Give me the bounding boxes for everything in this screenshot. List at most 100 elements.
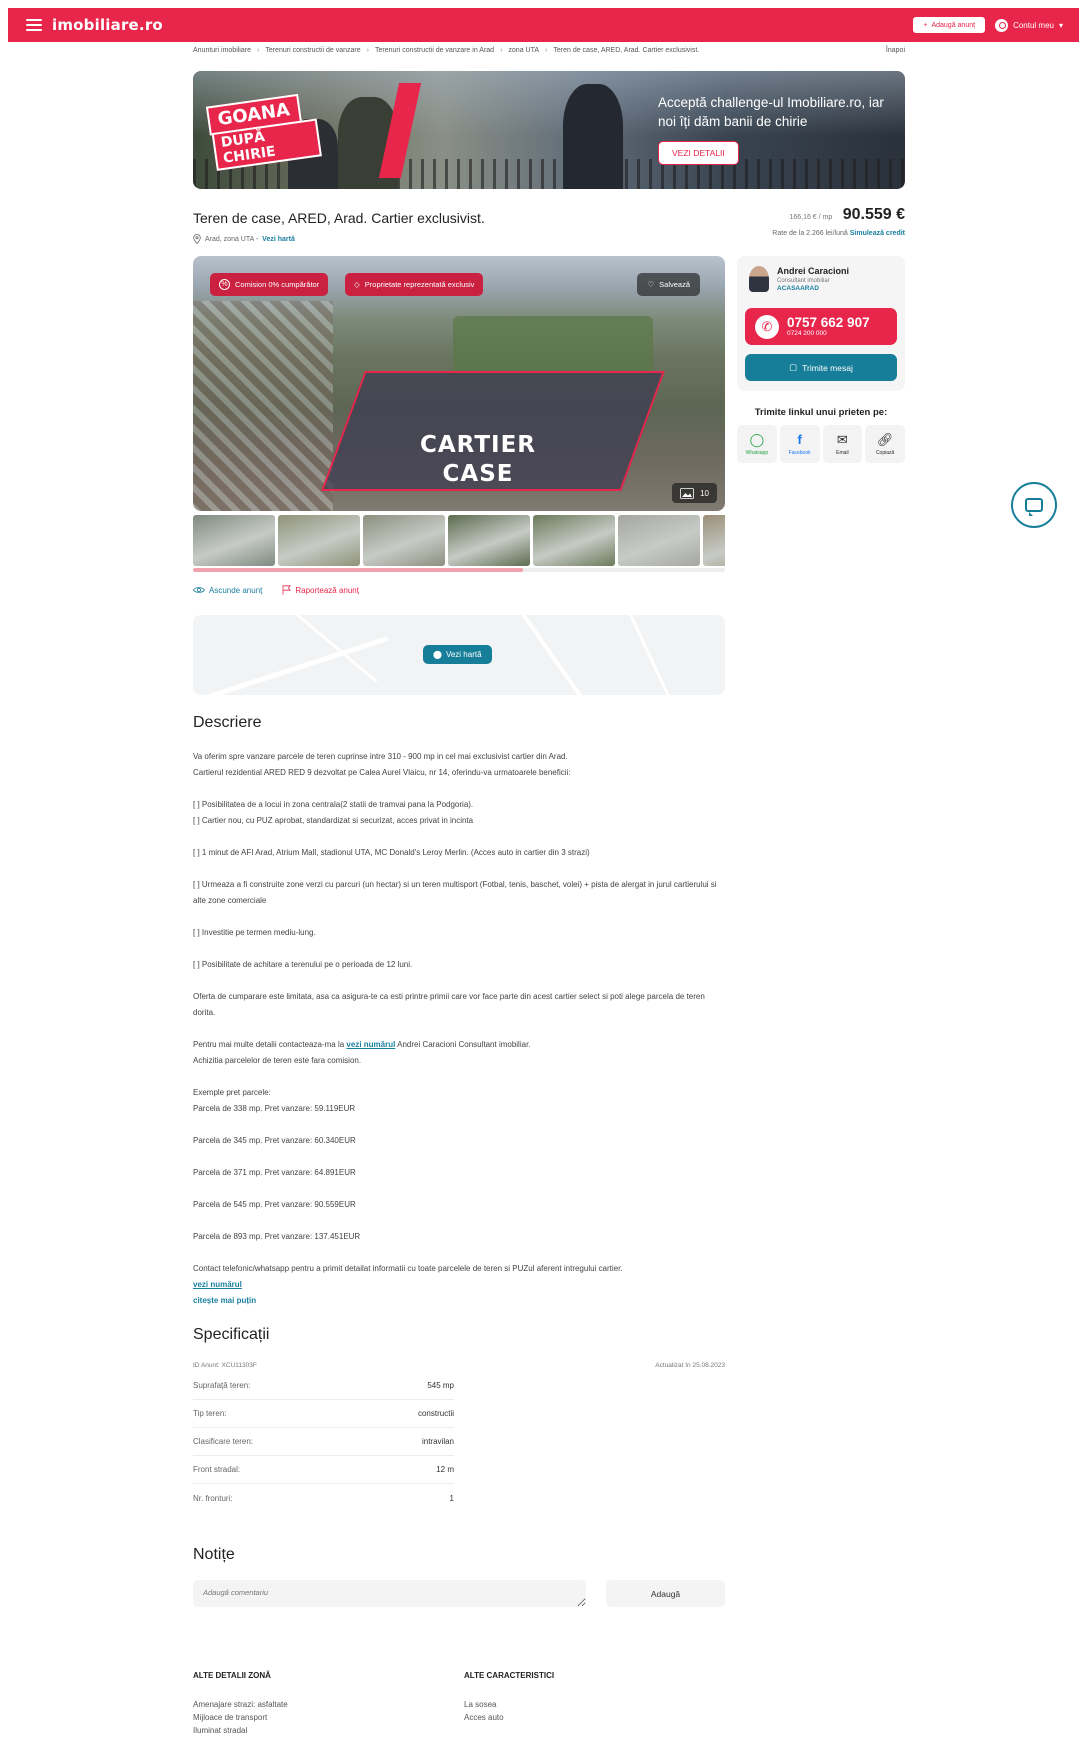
agent-agency[interactable]: ACASAARAD — [777, 285, 849, 292]
breadcrumb-separator-icon: › — [545, 47, 548, 54]
breadcrumb-item[interactable]: Anunturi imobiliare — [193, 47, 251, 54]
send-message-button[interactable]: ▢ Trimite mesaj — [745, 354, 897, 381]
map-road — [603, 615, 683, 695]
thumbnail[interactable] — [193, 515, 275, 566]
breadcrumb-item[interactable]: Terenuri constructii de vanzare — [265, 47, 360, 54]
description-line: [ ] Investitie pe termen mediu-lung. — [193, 928, 316, 937]
thumbnail[interactable] — [533, 515, 615, 566]
thumbnail[interactable] — [448, 515, 530, 566]
gallery-scrollbar-fill[interactable] — [193, 568, 523, 572]
copy-link-button[interactable]: 🔗︎ Copiază — [865, 425, 905, 463]
location-map-link[interactable]: Vezi hartă — [262, 236, 295, 243]
spec-row: Suprafață teren: 545 mp — [193, 1372, 454, 1400]
show-phone-link[interactable]: vezi numărul — [346, 1040, 395, 1049]
photo-overlay-text: CARTIER CASE — [403, 431, 553, 489]
mail-icon: ✉ — [836, 431, 848, 447]
account-menu[interactable]: Contul meu ▾ — [995, 18, 1063, 32]
description-line: [ ] Posibilitatea de a locui in zona cen… — [193, 800, 474, 809]
list-item: Iluminat stradal — [193, 1726, 248, 1735]
price: 90.559 € — [842, 206, 905, 223]
phone-icon: ✆ — [755, 314, 779, 339]
share-label: Whatsapp — [745, 449, 769, 456]
hide-listing-link[interactable]: Ascunde anunț — [193, 585, 262, 595]
notes-heading: Notițe — [193, 1546, 235, 1563]
description-line: Exemple pret parcele: — [193, 1088, 271, 1097]
chevron-down-icon: ▾ — [1058, 20, 1063, 30]
thumbnail[interactable] — [363, 515, 445, 566]
description-line: Parcela de 893 mp. Pret vanzare: 137.451… — [193, 1232, 361, 1241]
whatsapp-icon: ◯ — [749, 431, 765, 447]
description-line: [ ] Posibilitate de achitare a terenului… — [193, 960, 413, 969]
call-agent-button[interactable]: ✆ 0757 662 907 0724 200 000 — [745, 308, 897, 345]
commission-badge: % Comision 0% cumpărător — [210, 273, 329, 296]
spec-key: Nr. fronturi: — [193, 1493, 233, 1503]
add-listing-button[interactable]: + Adaugă anunț — [913, 17, 986, 33]
share-label: Email — [836, 449, 849, 456]
description-line: Achizitia parcelelor de teren este fara … — [193, 1056, 362, 1065]
share-facebook-button[interactable]: f Facebook — [779, 425, 820, 463]
top-navbar: imobiliare.ro + Adaugă anunț Contul meu … — [8, 8, 1079, 42]
price-per-sqm: 166,16 € / mp — [789, 214, 833, 221]
description-line: Cartierul rezidential ARED RED 9 dezvolt… — [193, 768, 571, 777]
report-listing-label: Raportează anunț — [295, 585, 359, 595]
photo-count: 10 — [700, 488, 709, 498]
note-input[interactable] — [193, 1580, 586, 1607]
back-link[interactable]: Înapoi — [886, 47, 905, 54]
share-whatsapp-button[interactable]: ◯ Whatsapp — [737, 425, 777, 463]
thumbnail[interactable] — [703, 515, 725, 566]
list-item: Mijloace de transport — [193, 1713, 268, 1722]
description-line: Pentru mai multe detalii contacteaza-ma … — [193, 1037, 725, 1053]
agent-avatar[interactable] — [749, 266, 769, 292]
thumbnail[interactable] — [278, 515, 360, 566]
gallery-icon — [680, 487, 694, 499]
banner-details-button[interactable]: VEZI DETALII — [658, 141, 739, 165]
exclusive-badge-label: Proprietate reprezentată exclusiv — [364, 280, 475, 289]
diamond-icon: ◇ — [354, 280, 360, 289]
add-note-button[interactable]: Adaugă — [606, 1580, 725, 1607]
map-road — [494, 615, 612, 695]
chat-fab-button[interactable] — [1011, 482, 1057, 528]
description-line: [ ] Cartier nou, cu PUZ aprobat, standar… — [193, 816, 474, 825]
flag-icon — [282, 585, 292, 595]
save-button[interactable]: ♡ Salvează — [637, 273, 700, 296]
specs-table: Suprafață teren: 545 mp Tip teren: constru… — [193, 1372, 454, 1512]
updated-date: Actualizat în 25.08.2023 — [655, 1362, 725, 1369]
agent-name[interactable]: Andrei Caracioni — [777, 266, 849, 276]
breadcrumb-separator-icon: › — [366, 47, 369, 54]
location-text: Arad, zona UTA - — [205, 235, 259, 243]
location-pin-icon — [193, 234, 201, 244]
spec-row: Nr. fronturi: 1 — [193, 1484, 454, 1512]
report-listing-link[interactable]: Raportează anunț — [282, 585, 359, 595]
menu-icon[interactable] — [26, 19, 42, 31]
simulate-credit-link[interactable]: Simulează credit — [850, 230, 905, 237]
read-less-link[interactable]: citește mai puțin — [193, 1296, 256, 1305]
promo-banner[interactable]: GOANA DUPĂ CHIRIE Acceptă challenge-ul I… — [193, 71, 905, 189]
share-email-button[interactable]: ✉ Email — [822, 425, 863, 463]
spec-value: 545 mp — [427, 1381, 454, 1390]
view-map-button[interactable]: ⬤ Vezi hartă — [423, 645, 492, 664]
user-icon — [995, 18, 1009, 32]
description-line: Parcela de 345 mp. Pret vanzare: 60.340E… — [193, 1136, 356, 1145]
list-item: Amenajare strazi: asfaltate — [193, 1700, 288, 1709]
breadcrumb-current: Teren de case, ARED, Arad. Cartier exclu… — [553, 47, 700, 54]
share-label: Copiază — [875, 449, 895, 456]
show-phone-link[interactable]: vezi numărul — [193, 1280, 242, 1289]
breadcrumb-item[interactable]: zona UTA — [508, 47, 539, 54]
agent-phone: 0757 662 907 — [787, 315, 870, 330]
photo-buildings — [193, 301, 333, 511]
agent-role: Consultant imobiliar — [777, 278, 830, 284]
thumbnail[interactable] — [618, 515, 700, 566]
main-photo[interactable]: % Comision 0% cumpărător ◇ Proprietate r… — [193, 256, 725, 511]
description-body: Va oferim spre vanzare parcele de teren … — [193, 749, 725, 1309]
share-buttons: ◯ Whatsapp f Facebook ✉ Email 🔗︎ Copiază — [737, 425, 905, 463]
view-map-label: Vezi hartă — [445, 650, 482, 659]
map-preview[interactable]: ⬤ Vezi hartă — [193, 615, 725, 695]
spec-row: Tip teren: constructii — [193, 1400, 454, 1428]
site-logo[interactable]: imobiliare.ro — [52, 16, 163, 34]
gallery-scrollbar[interactable] — [193, 568, 725, 572]
listing-id: ID Anunt: XCU11303F — [193, 1362, 257, 1369]
specs-meta: ID Anunt: XCU11303F Actualizat în 25.08.… — [193, 1362, 725, 1369]
photo-count-button[interactable]: 10 — [672, 483, 717, 503]
agent-phone-secondary: 0724 200 000 — [787, 330, 827, 337]
breadcrumb-item[interactable]: Terenuri constructii de vanzare in Arad — [375, 47, 494, 54]
